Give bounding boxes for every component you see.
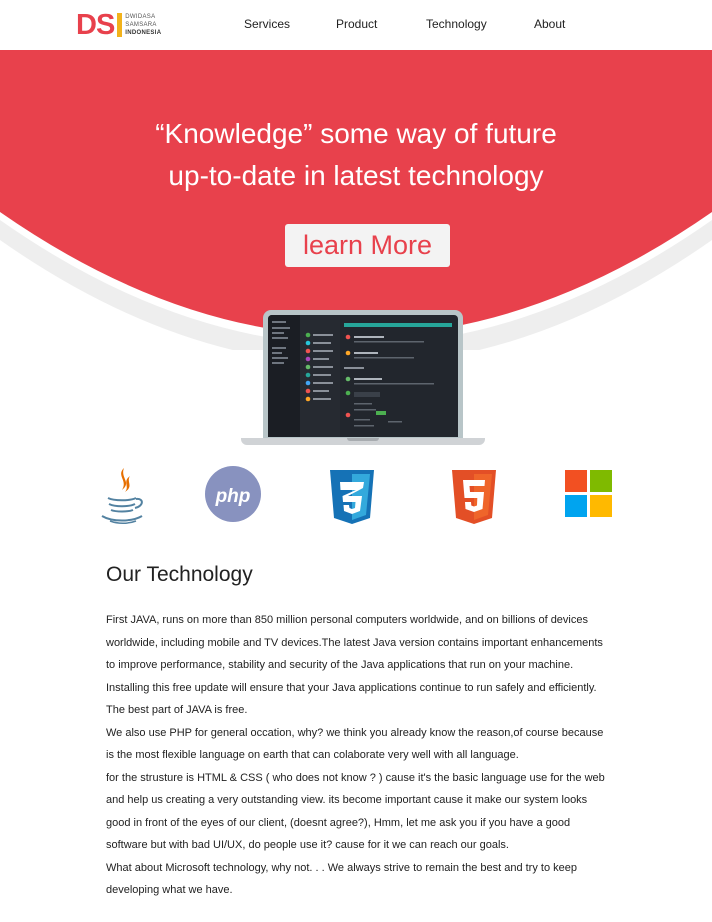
hero-section: “Knowledge” some way of future up-to-dat… — [0, 50, 712, 350]
css3-icon — [328, 469, 376, 525]
logo-text: DWIDASA SAMSARA INDONESIA — [125, 13, 161, 37]
learn-more-button[interactable]: learn More — [285, 224, 450, 267]
paragraph-html-css: for the strusture is HTML & CSS ( who do… — [106, 771, 605, 852]
nav-technology[interactable]: Technology — [426, 17, 487, 31]
technology-logos: php — [0, 460, 712, 530]
paragraph-microsoft: What about Microsoft technology, why not… — [106, 861, 577, 897]
logo-line-3: INDONESIA — [125, 30, 162, 36]
html5-icon — [450, 469, 498, 525]
laptop-lid — [263, 310, 463, 438]
technology-description: First JAVA, runs on more than 850 millio… — [106, 609, 611, 902]
logo-line-2: SAMSARA — [125, 22, 157, 28]
hero-background — [0, 50, 712, 350]
nav-about[interactable]: About — [534, 17, 565, 31]
laptop-screen — [268, 315, 458, 437]
logo-line-1: DWIDASA — [125, 14, 156, 20]
paragraph-php: We also use PHP for general occation, wh… — [106, 726, 604, 762]
nav-services[interactable]: Services — [244, 17, 290, 31]
microsoft-icon — [565, 470, 613, 518]
logo-mark: DS — [76, 11, 123, 40]
laptop-image — [241, 310, 485, 446]
brand-logo[interactable]: DS DWIDASA SAMSARA INDONESIA — [76, 11, 161, 40]
java-icon — [98, 464, 146, 526]
laptop-notch — [347, 438, 379, 441]
php-label: php — [215, 486, 251, 507]
hero-title-line-2: up-to-date in latest technology — [168, 160, 544, 191]
nav-product[interactable]: Product — [336, 17, 377, 31]
site-header: DS DWIDASA SAMSARA INDONESIA Services Pr… — [0, 0, 712, 50]
hero-title: “Knowledge” some way of future up-to-dat… — [0, 113, 712, 197]
section-title: Our Technology — [106, 563, 253, 586]
php-icon: php — [204, 465, 262, 523]
hero-title-line-1: “Knowledge” some way of future — [155, 118, 557, 149]
paragraph-java: First JAVA, runs on more than 850 millio… — [106, 614, 603, 716]
app-screenshot-illustration — [268, 315, 452, 437]
